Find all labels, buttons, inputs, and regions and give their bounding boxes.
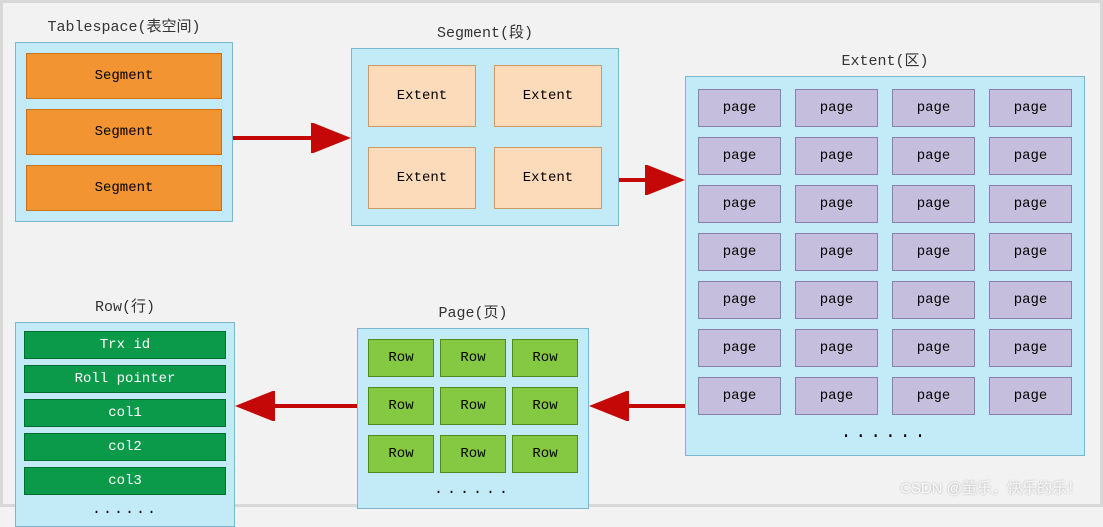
page-box: page [892,185,975,223]
page-box: page [795,377,878,415]
page-box: page [698,137,781,175]
page-box: page [989,233,1072,271]
tablespace-panel: Segment Segment Segment [15,42,233,222]
row-block: Row(行) Trx id Roll pointer col1 col2 col… [15,295,235,527]
page-ellipsis: ...... [368,481,578,498]
page-box: page [989,89,1072,127]
row-ellipsis: ...... [24,501,226,518]
page-box: page [698,233,781,271]
row-box: Row [440,387,506,425]
row-box: Row [440,435,506,473]
page-title: Page(页) [357,301,589,322]
page-box: page [892,281,975,319]
row-box: Row [512,339,578,377]
extent-panel: page page page page page page page page page page… [685,76,1085,456]
watermark: CSDN @董乐，快乐的乐！ [900,477,1082,498]
page-panel: RowRowRowRowRowRowRowRowRow ...... [357,328,589,509]
page-box: page [795,89,878,127]
page-box: page [892,233,975,271]
extent-box: Extent [494,65,602,127]
row-field: col3 [24,467,226,495]
row-box: Row [512,435,578,473]
page-box: page [989,377,1072,415]
page-box: page [892,137,975,175]
page-box: page [795,185,878,223]
row-field: col1 [24,399,226,427]
row-box: Row [440,339,506,377]
row-field: col2 [24,433,226,461]
page-box: page [795,329,878,367]
extent-title: Extent(区) [685,49,1085,70]
page-block: Page(页) RowRowRowRowRowRowRowRowRow ....… [357,301,589,509]
page-box: page [892,89,975,127]
row-title: Row(行) [15,295,235,316]
segment-box: Segment [26,53,222,99]
page-box: page [989,137,1072,175]
arrow-segment-to-extent [617,165,687,195]
row-box: Row [368,339,434,377]
row-box: Row [368,387,434,425]
tablespace-title: Tablespace(表空间) [15,15,233,36]
page-box: page [989,329,1072,367]
page-box: page [892,377,975,415]
segment-panel: Extent Extent Extent Extent [351,48,619,226]
page-box: page [989,281,1072,319]
page-box: page [795,281,878,319]
segment-box: Segment [26,109,222,155]
page-box: page [698,89,781,127]
extent-block: Extent(区) pagepagepagepagepagepagepagepa… [685,49,1085,456]
tablespace-block: Tablespace(表空间) Segment Segment Segment [15,15,233,222]
row-box: Row [512,387,578,425]
extent-ellipsis: ...... [698,423,1072,443]
extent-box: Extent [368,65,476,127]
extent-box: Extent [494,147,602,209]
row-box: Row [368,435,434,473]
page-box: page [892,329,975,367]
arrow-extent-to-page [587,391,687,421]
segment-title: Segment(段) [351,21,619,42]
page-box: page [795,233,878,271]
page-box: page [698,329,781,367]
arrow-page-to-row [233,391,359,421]
segment-block: Segment(段) Extent Extent Extent Extent [351,21,619,226]
row-field: Roll pointer [24,365,226,393]
page-box: page [698,185,781,223]
row-field: Trx id [24,331,226,359]
row-panel: Trx id Roll pointer col1 col2 col3 .....… [15,322,235,527]
page-box: page [698,377,781,415]
page-box: page [795,137,878,175]
page-box: page [698,281,781,319]
page-box: page [989,185,1072,223]
segment-box: Segment [26,165,222,211]
extent-box: Extent [368,147,476,209]
arrow-tablespace-to-segment [231,123,353,153]
